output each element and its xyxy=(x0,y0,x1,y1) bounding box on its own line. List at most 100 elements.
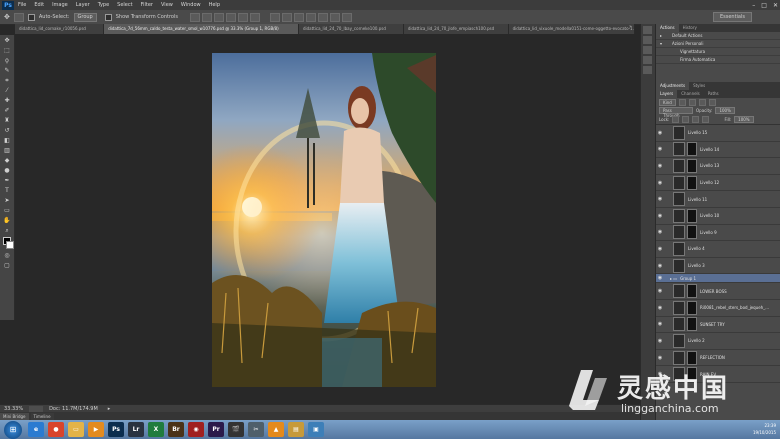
type-tool-icon[interactable]: T xyxy=(2,186,12,195)
tab-timeline[interactable]: Timeline xyxy=(30,412,54,420)
brush-panel-icon[interactable] xyxy=(643,66,652,74)
layer-thumbnail[interactable] xyxy=(673,158,685,173)
align-right-icon[interactable] xyxy=(249,12,260,22)
lock-paint-icon[interactable] xyxy=(682,116,690,123)
layer-name[interactable]: LOWER BOSS xyxy=(700,289,727,294)
tab-mini-bridge[interactable]: Mini Bridge xyxy=(0,412,29,420)
layer-thumbnail[interactable] xyxy=(673,333,685,348)
maximize-icon[interactable]: □ xyxy=(761,2,767,9)
crop-tool-icon[interactable]: ⌗ xyxy=(2,76,12,85)
minimize-icon[interactable]: – xyxy=(752,2,755,9)
layer-thumbnail[interactable] xyxy=(673,317,685,332)
gradient-tool-icon[interactable]: ▥ xyxy=(2,146,12,155)
tab-styles[interactable]: Styles xyxy=(689,82,709,90)
visibility-eye-icon[interactable]: ◉ xyxy=(656,196,664,202)
layer-mask-thumbnail[interactable] xyxy=(687,300,697,315)
blend-mode-dropdown[interactable]: Pass Through xyxy=(659,107,693,118)
layer-mask-thumbnail[interactable] xyxy=(687,284,697,299)
align-top-icon[interactable] xyxy=(189,12,200,22)
character-panel-icon[interactable] xyxy=(643,46,652,54)
tab-doc-1[interactable]: didattica_lid_cornake_r10056.psd xyxy=(15,24,105,34)
tab-layers[interactable]: Layers xyxy=(656,90,678,98)
layer-thumbnail[interactable] xyxy=(673,241,685,256)
workspace-dropdown[interactable]: Essentials xyxy=(712,12,752,22)
tool-preset-icon[interactable] xyxy=(13,12,24,22)
dodge-tool-icon[interactable]: ● xyxy=(2,166,12,175)
layer-row[interactable]: ◉ Livello 13 xyxy=(656,158,780,175)
visibility-eye-icon[interactable]: ◉ xyxy=(656,275,664,281)
eraser-tool-icon[interactable]: ◧ xyxy=(2,136,12,145)
layer-name[interactable]: Livello 9 xyxy=(700,230,717,235)
tab-paths[interactable]: Paths xyxy=(704,90,723,98)
background-color[interactable] xyxy=(6,241,14,249)
paragraph-panel-icon[interactable] xyxy=(643,56,652,64)
layer-mask-thumbnail[interactable] xyxy=(687,175,697,190)
document-canvas[interactable] xyxy=(212,53,436,387)
properties-panel-icon[interactable] xyxy=(643,36,652,44)
visibility-eye-icon[interactable]: ◉ xyxy=(656,305,664,311)
visibility-eye-icon[interactable]: ◉ xyxy=(656,321,664,327)
layer-row[interactable]: ◉ Livello 14 xyxy=(656,142,780,159)
distribute-center-icon[interactable] xyxy=(317,12,328,22)
layer-mask-thumbnail[interactable] xyxy=(687,208,697,223)
layer-mask-thumbnail[interactable] xyxy=(687,225,697,240)
folder-icon[interactable]: ▸ ▭ xyxy=(670,276,677,281)
layer-name[interactable]: Livello 11 xyxy=(688,197,707,202)
layer-thumbnail[interactable] xyxy=(673,284,685,299)
start-button[interactable]: ⊞ xyxy=(4,420,22,439)
layer-name[interactable]: Livello 12 xyxy=(700,180,719,185)
filter-adjust-icon[interactable] xyxy=(688,98,696,106)
excel-icon[interactable]: X xyxy=(148,422,164,437)
lightroom-icon[interactable]: Lr xyxy=(128,422,144,437)
menu-filter[interactable]: Filter xyxy=(141,2,153,8)
distribute-top-icon[interactable] xyxy=(269,12,280,22)
bridge-icon[interactable]: Br xyxy=(168,422,184,437)
blur-tool-icon[interactable]: ◆ xyxy=(2,156,12,165)
eyedropper-tool-icon[interactable]: ⁄ xyxy=(2,86,12,95)
layer-row[interactable]: ◉ Livello 11 xyxy=(656,191,780,208)
close-icon[interactable]: ✕ xyxy=(773,2,778,9)
photoshop-icon[interactable]: Ps xyxy=(108,422,124,437)
visibility-eye-icon[interactable]: ◉ xyxy=(656,246,664,252)
vlc-icon[interactable]: ▲ xyxy=(268,422,284,437)
quick-mask-icon[interactable]: ◎ xyxy=(2,251,12,260)
visibility-eye-icon[interactable]: ◉ xyxy=(656,146,664,152)
menu-image[interactable]: Image xyxy=(52,2,68,8)
layer-mask-thumbnail[interactable] xyxy=(687,142,697,157)
clone-stamp-tool-icon[interactable]: ♜ xyxy=(2,116,12,125)
layer-row[interactable]: ◉ Livello 4 xyxy=(656,241,780,258)
menu-layer[interactable]: Layer xyxy=(76,2,90,8)
layer-name[interactable]: Livello 15 xyxy=(688,130,707,135)
layer-row[interactable]: ◉ Livello 9 xyxy=(656,225,780,242)
layer-name[interactable]: Livello 13 xyxy=(700,163,719,168)
filter-type-icon[interactable] xyxy=(698,98,706,106)
lock-pixels-icon[interactable] xyxy=(672,116,680,123)
tab-doc-2-active[interactable]: didattica_7d_56mm_caldo_testa_water_smol… xyxy=(104,24,299,34)
premiere-icon[interactable]: Pr xyxy=(208,422,224,437)
menu-file[interactable]: File xyxy=(18,2,26,8)
layer-row[interactable]: ◉ Livello 10 xyxy=(656,208,780,225)
opacity-input[interactable]: 100% xyxy=(715,107,735,114)
visibility-eye-icon[interactable]: ◉ xyxy=(656,263,664,269)
layer-mask-thumbnail[interactable] xyxy=(687,317,697,332)
menu-type[interactable]: Type xyxy=(98,2,109,8)
distribute-right-icon[interactable] xyxy=(329,12,340,22)
move-tool-icon[interactable]: ✥ xyxy=(2,36,12,45)
filter-pixel-icon[interactable] xyxy=(678,98,686,106)
menu-edit[interactable]: Edit xyxy=(34,2,44,8)
chrome-icon[interactable]: ● xyxy=(48,422,64,437)
pen-tool-icon[interactable]: ✒ xyxy=(2,176,12,185)
layer-name[interactable]: SUNSET TRY xyxy=(700,322,725,327)
layer-thumbnail[interactable] xyxy=(673,175,685,190)
tab-actions[interactable]: Actions xyxy=(656,24,679,32)
lasso-tool-icon[interactable]: ϙ xyxy=(2,56,12,65)
media-player-icon[interactable]: ▶ xyxy=(88,422,104,437)
auto-select-checkbox[interactable] xyxy=(27,13,35,21)
internet-explorer-icon[interactable]: e xyxy=(28,422,44,437)
layer-mask-thumbnail[interactable] xyxy=(687,158,697,173)
record-icon[interactable]: ◉ xyxy=(188,422,204,437)
quick-select-tool-icon[interactable]: ✎ xyxy=(2,66,12,75)
visibility-eye-icon[interactable]: ◉ xyxy=(656,163,664,169)
tab-doc-3[interactable]: didattica_lid_24_70_lbay_corneke100.psd xyxy=(298,24,404,34)
layer-thumbnail[interactable] xyxy=(673,225,685,240)
